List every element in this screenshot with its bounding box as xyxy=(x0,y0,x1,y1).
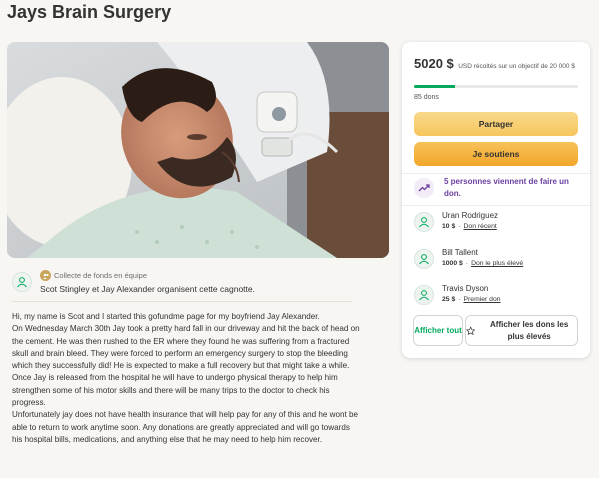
donor-name: Bill Tallent xyxy=(442,248,478,257)
hero-photo xyxy=(7,42,389,258)
donor-amount: 25 $ xyxy=(442,296,456,303)
star-icon xyxy=(466,325,476,335)
donation-sidebar: 5020 $ USD récoltés sur un objectif de 2… xyxy=(402,42,590,358)
organizer-avatar[interactable] xyxy=(12,272,32,292)
person-icon xyxy=(414,249,434,269)
page-title: Jays Brain Surgery xyxy=(7,2,172,22)
team-fundraiser-label: Collecte de fonds en équipe xyxy=(40,270,147,281)
person-icon xyxy=(414,212,434,232)
trending-notice: 5 personnes viennent de faire un don. xyxy=(414,176,584,200)
donor-name: Travis Dyson xyxy=(442,284,489,293)
organizers-text: Scot Stingley et Jay Alexander organisen… xyxy=(40,284,255,294)
donor-amount: 10 $ xyxy=(442,223,456,230)
goal-text: USD récoltés sur un objectif de 20 000 $ xyxy=(458,63,575,70)
card-divider xyxy=(402,173,590,174)
see-all-donations-button[interactable]: Afficher tout xyxy=(413,315,463,346)
team-label-text: Collecte de fonds en équipe xyxy=(54,271,147,280)
story-paragraph: Unfortunately jay does not have health i… xyxy=(12,410,358,444)
see-top-label: Afficher les dons les plus élevés xyxy=(490,319,569,341)
donor-tag-top[interactable]: Don le plus élevé xyxy=(471,260,523,267)
donor-name: Uran Rodriguez xyxy=(442,211,499,220)
donor-tag-first[interactable]: Premier don xyxy=(464,296,501,303)
progress-fill xyxy=(414,85,456,88)
donor-tag-recent[interactable]: Don récent xyxy=(464,223,497,230)
trend-up-icon xyxy=(414,178,434,198)
story-paragraph: Hi, my name is Scot and I started this g… xyxy=(12,312,320,321)
campaign-story: Hi, my name is Scot and I started this g… xyxy=(12,311,362,446)
donor-item: Bill Tallent 1000 $ · Don le plus élevé xyxy=(414,247,584,269)
raised-amount: 5020 $ xyxy=(414,56,454,71)
section-divider xyxy=(12,301,352,302)
card-divider xyxy=(402,205,590,206)
see-all-label: Afficher tout xyxy=(414,325,462,335)
share-button[interactable]: Partager xyxy=(414,112,578,136)
progress-bar xyxy=(414,85,578,88)
see-top-donations-button[interactable]: Afficher les dons les plus élevés xyxy=(465,315,578,346)
campaign-hero-image[interactable] xyxy=(7,42,389,258)
donor-amount: 1000 $ xyxy=(442,260,463,267)
person-icon xyxy=(17,277,27,288)
team-icon xyxy=(40,270,51,281)
donor-item: Travis Dyson 25 $ · Premier don xyxy=(414,283,584,305)
donor-count: 85 dons xyxy=(414,94,439,101)
amount-raised: 5020 $ USD récoltés sur un objectif de 2… xyxy=(414,55,584,73)
person-icon xyxy=(414,285,434,305)
trending-text: 5 personnes viennent de faire un don. xyxy=(444,177,569,198)
story-paragraph: Once Jay is released from the hospital h… xyxy=(12,373,338,408)
donate-button[interactable]: Je soutiens xyxy=(414,142,578,166)
donor-item: Uran Rodriguez 10 $ · Don récent xyxy=(414,210,584,232)
story-paragraph: On Wednesday March 30th Jay took a prett… xyxy=(12,324,360,371)
